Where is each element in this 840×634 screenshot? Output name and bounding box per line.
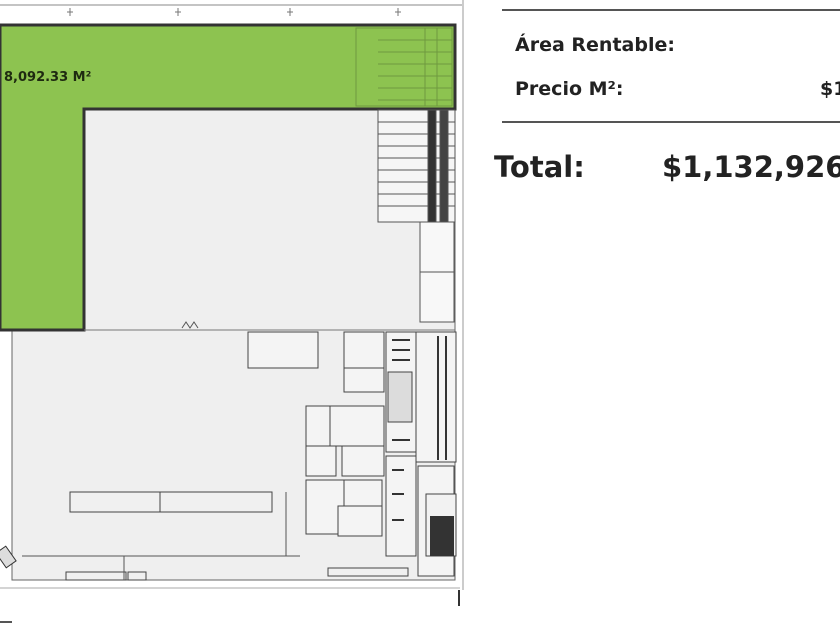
floor-plan-drawing: 8,092.33 M² — [0, 0, 464, 623]
column-grid-ticks — [67, 8, 401, 16]
price-per-m2-heading: Precio M²: — [515, 78, 624, 100]
summary-divider-top — [502, 9, 840, 11]
summary-divider-bottom — [502, 121, 840, 123]
pricing-summary: Área Rentable: Precio M²: $1 Total: $1,1… — [470, 0, 840, 630]
total-value: $1,132,926.2 — [662, 150, 840, 184]
rentable-area-label: 8,092.33 M² — [4, 70, 91, 85]
rentable-area-heading: Área Rentable: — [515, 34, 675, 56]
price-per-m2-value: $1 — [820, 78, 840, 100]
floor-plan: 8,092.33 M² — [0, 0, 470, 630]
total-label: Total: — [494, 150, 585, 184]
